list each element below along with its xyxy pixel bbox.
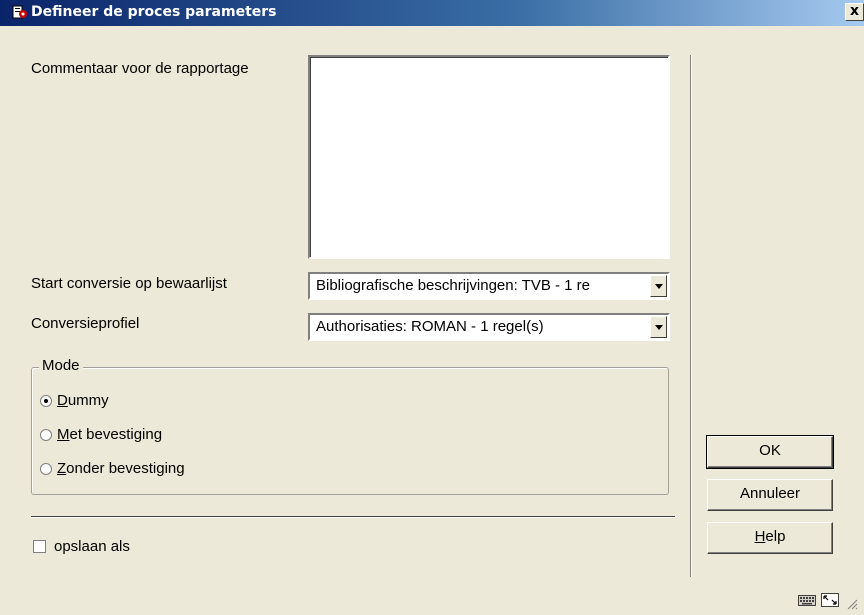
comment-label: Commentaar voor de rapportage [31, 60, 249, 77]
chevron-down-icon[interactable] [650, 316, 667, 338]
comment-textarea[interactable] [308, 55, 670, 259]
start-list-value: Bibliografische beschrijvingen: TVB - 1 … [316, 277, 591, 294]
close-icon: x [849, 3, 860, 19]
mode-legend: Mode [39, 357, 83, 374]
resize-icon[interactable] [821, 593, 839, 607]
app-icon [12, 5, 27, 19]
save-as-checkbox[interactable] [33, 540, 46, 553]
ok-button[interactable]: OK [706, 435, 834, 469]
window-title: Defineer de proces parameters [31, 4, 277, 20]
radio-button[interactable] [40, 463, 52, 475]
chevron-down-icon[interactable] [650, 275, 667, 297]
profile-select[interactable]: Authorisaties: ROMAN - 1 regel(s) [308, 313, 670, 341]
keyboard-icon[interactable] [798, 593, 816, 607]
save-as-label[interactable]: opslaan als [54, 538, 130, 555]
separator-line-highlight [31, 517, 675, 518]
vertical-divider-highlight [691, 55, 692, 577]
help-button[interactable]: Help [707, 522, 833, 554]
profile-value: Authorisaties: ROMAN - 1 regel(s) [316, 318, 544, 335]
start-list-label: Start conversie op bewaarlijst [31, 275, 227, 292]
profile-label: Conversieprofiel [31, 315, 140, 332]
radio-button-selected[interactable] [40, 395, 52, 407]
size-grip-icon[interactable] [846, 598, 858, 610]
cancel-button[interactable]: Annuleer [707, 479, 833, 511]
title-bar: Defineer de proces parameters x [0, 0, 864, 26]
close-button[interactable]: x [845, 3, 864, 21]
radio-button[interactable] [40, 429, 52, 441]
radio-dummy-label[interactable]: Dummy [57, 392, 109, 409]
radio-met-label[interactable]: Met bevestiging [57, 426, 162, 443]
radio-zonder-label[interactable]: Zonder bevestiging [57, 460, 185, 477]
start-list-select[interactable]: Bibliografische beschrijvingen: TVB - 1 … [308, 272, 670, 300]
